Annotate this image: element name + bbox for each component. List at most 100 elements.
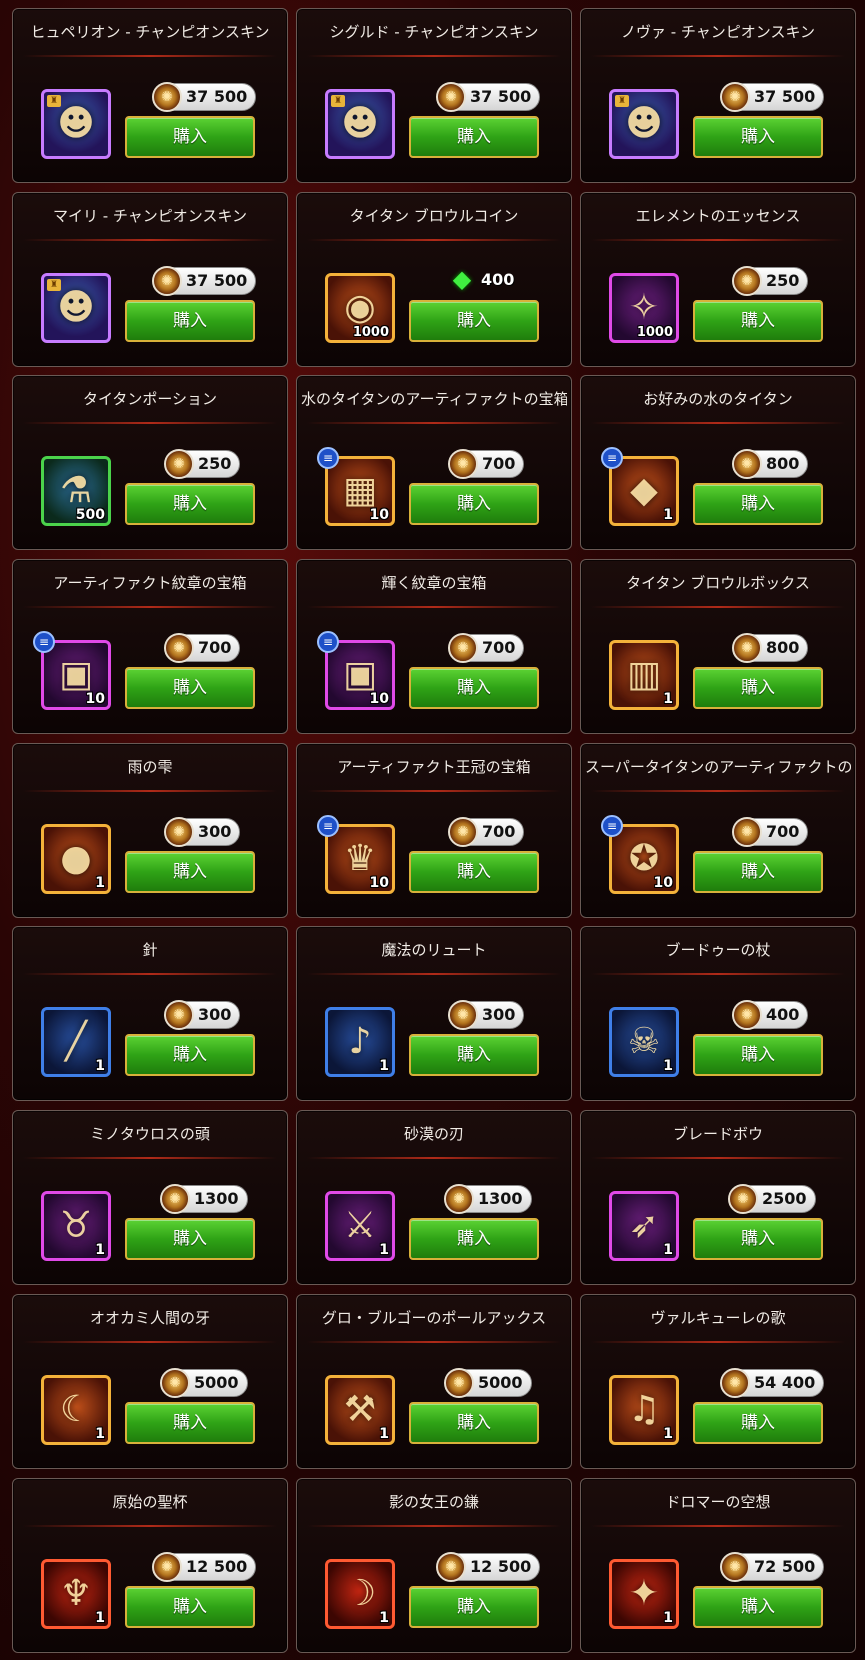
shop-card: アーティファクト紋章の宝箱 ≡ ▣ 10 ✺ 700 購入	[12, 559, 288, 735]
dromar-fantasy-icon[interactable]: ✦ 1	[609, 1558, 679, 1629]
titan-brawl-box-icon[interactable]: ▥ 1	[609, 640, 679, 711]
super-titan-artifact-chest-icon[interactable]: ✪ 10	[609, 823, 679, 894]
element-essence-icon[interactable]: ✧ 1000	[609, 272, 679, 343]
needle-icon[interactable]: ╱ 1	[41, 1007, 111, 1078]
blade-bow-icon[interactable]: ➶ 1	[609, 1191, 679, 1262]
coin-icon: ✺	[152, 1551, 182, 1582]
voodoo-staff-icon[interactable]: ☠ 1	[609, 1007, 679, 1078]
champion-skin-icon[interactable]: ☻ ♜	[41, 272, 111, 343]
item-title: ヒュペリオン - チャンピオンスキン	[30, 23, 270, 41]
titan-brawl-coin-icon[interactable]: ◉ 1000	[325, 272, 395, 343]
buy-button[interactable]: 購入	[125, 1034, 255, 1077]
valkyrie-song-icon[interactable]: ♫ 1	[609, 1374, 679, 1445]
buy-button[interactable]: 購入	[409, 667, 539, 710]
title-divider	[591, 238, 845, 241]
buy-button[interactable]: 購入	[125, 1585, 255, 1628]
item-title: ヴァルキューレの歌	[650, 1308, 786, 1327]
coin-icon: ✺	[720, 1367, 750, 1398]
price-tag: ✺ 37 500	[152, 82, 257, 112]
coin-icon: ✺	[160, 1184, 190, 1215]
item-quantity: 1	[663, 1425, 673, 1442]
item-quantity: 1	[95, 874, 105, 891]
coin-icon: ✺	[728, 1184, 758, 1215]
buy-button[interactable]: 購入	[693, 1585, 823, 1628]
item-quantity: 1	[379, 1425, 389, 1442]
coin-icon: ✺	[164, 816, 194, 847]
item-quantity: 1	[379, 1058, 389, 1075]
coin-icon: ✺	[448, 633, 478, 664]
item-title: アーティファクト王冠の宝箱	[337, 757, 531, 776]
water-titan-artifact-chest-icon[interactable]: ▦ 10	[325, 456, 395, 527]
buy-button[interactable]: 購入	[409, 1218, 539, 1261]
item-title: 水のタイタンのアーティファクトの宝箱	[301, 390, 567, 409]
title-divider	[307, 1340, 561, 1343]
buy-button[interactable]: 購入	[693, 1401, 823, 1444]
contents-list-icon[interactable]: ≡	[317, 814, 339, 837]
price-value: 37 500	[186, 87, 248, 106]
champion-skin-icon[interactable]: ☻ ♜	[325, 89, 395, 159]
title-divider	[23, 1340, 277, 1343]
price-tag: ✺ 5000	[444, 1367, 532, 1398]
werewolf-fang-icon[interactable]: ☾ 1	[41, 1374, 111, 1445]
shining-emblem-chest-icon[interactable]: ▣ 10	[325, 640, 395, 711]
price-value: 12 500	[186, 1556, 248, 1576]
magic-lute-icon[interactable]: ♪ 1	[325, 1007, 395, 1078]
title-divider	[591, 422, 845, 425]
champion-skin-icon[interactable]: ☻ ♜	[41, 89, 111, 159]
item-quantity: 1	[379, 1609, 389, 1626]
desert-blade-icon[interactable]: ⚔ 1	[325, 1191, 395, 1262]
item-title: 魔法のリュート	[381, 941, 487, 960]
shop-card: 砂漠の刃 ⚔ 1 ✺ 1300 購入	[296, 1110, 572, 1286]
buy-button[interactable]: 購入	[125, 1218, 255, 1261]
buy-button[interactable]: 購入	[693, 667, 823, 710]
contents-list-icon[interactable]: ≡	[601, 814, 623, 837]
buy-button[interactable]: 購入	[125, 483, 255, 526]
buy-button[interactable]: 購入	[409, 483, 539, 526]
buy-button[interactable]: 購入	[693, 299, 823, 342]
price-tag: ✺ 400	[732, 1000, 809, 1031]
minotaur-head-icon[interactable]: ♉ 1	[41, 1191, 111, 1262]
item-quantity: 1	[663, 1058, 673, 1075]
raindrop-jar-icon[interactable]: ● 1	[41, 823, 111, 894]
coin-icon: ✺	[732, 1000, 762, 1031]
buy-button[interactable]: 購入	[693, 850, 823, 893]
coin-icon: ✺	[444, 1184, 474, 1215]
buy-button[interactable]: 購入	[125, 1401, 255, 1444]
buy-button[interactable]: 購入	[409, 116, 539, 158]
buy-button[interactable]: 購入	[125, 299, 255, 342]
buy-button[interactable]: 購入	[693, 483, 823, 526]
shop-card: タイタン ブロウルコイン ◉ 1000 ◆ 400 購入	[296, 191, 572, 367]
buy-button[interactable]: 購入	[409, 1585, 539, 1628]
item-artwork: ☻	[57, 286, 95, 328]
buy-button[interactable]: 購入	[409, 1401, 539, 1444]
buy-button[interactable]: 購入	[693, 1034, 823, 1077]
buy-button[interactable]: 購入	[693, 116, 823, 158]
artifact-crown-chest-icon[interactable]: ♛ 10	[325, 823, 395, 894]
price-tag: ✺ 700	[448, 633, 525, 664]
artifact-emblem-chest-icon[interactable]: ▣ 10	[41, 640, 111, 711]
buy-button[interactable]: 購入	[409, 850, 539, 893]
item-title: ドロマーの空想	[665, 1492, 771, 1511]
contents-list-icon[interactable]: ≡	[33, 631, 55, 654]
title-divider	[307, 1157, 561, 1160]
titan-potion-icon[interactable]: ⚗ 500	[41, 456, 111, 527]
primal-chalice-icon[interactable]: ♆ 1	[41, 1558, 111, 1629]
buy-button[interactable]: 購入	[125, 667, 255, 710]
shadow-queen-scythe-icon[interactable]: ☽ 1	[325, 1558, 395, 1629]
item-title: お好みの水のタイタン	[643, 390, 793, 409]
item-title: タイタンポーション	[82, 390, 218, 409]
item-title: 輝く紋章の宝箱	[381, 574, 487, 593]
buy-button[interactable]: 購入	[693, 1218, 823, 1261]
skin-badge-icon: ♜	[615, 95, 629, 107]
coin-icon: ✺	[732, 265, 762, 296]
contents-list-icon[interactable]: ≡	[317, 631, 339, 654]
buy-button[interactable]: 購入	[409, 1034, 539, 1077]
price-tag: ✺ 37 500	[152, 265, 257, 296]
buy-button[interactable]: 購入	[125, 116, 255, 158]
coin-icon: ✺	[720, 1551, 750, 1582]
buy-button[interactable]: 購入	[409, 299, 539, 342]
champion-skin-icon[interactable]: ☻ ♜	[609, 89, 679, 159]
buy-button[interactable]: 購入	[125, 850, 255, 893]
water-titan-choice-icon[interactable]: ◆ 1	[609, 456, 679, 527]
poleaxe-icon[interactable]: ⚒ 1	[325, 1374, 395, 1445]
